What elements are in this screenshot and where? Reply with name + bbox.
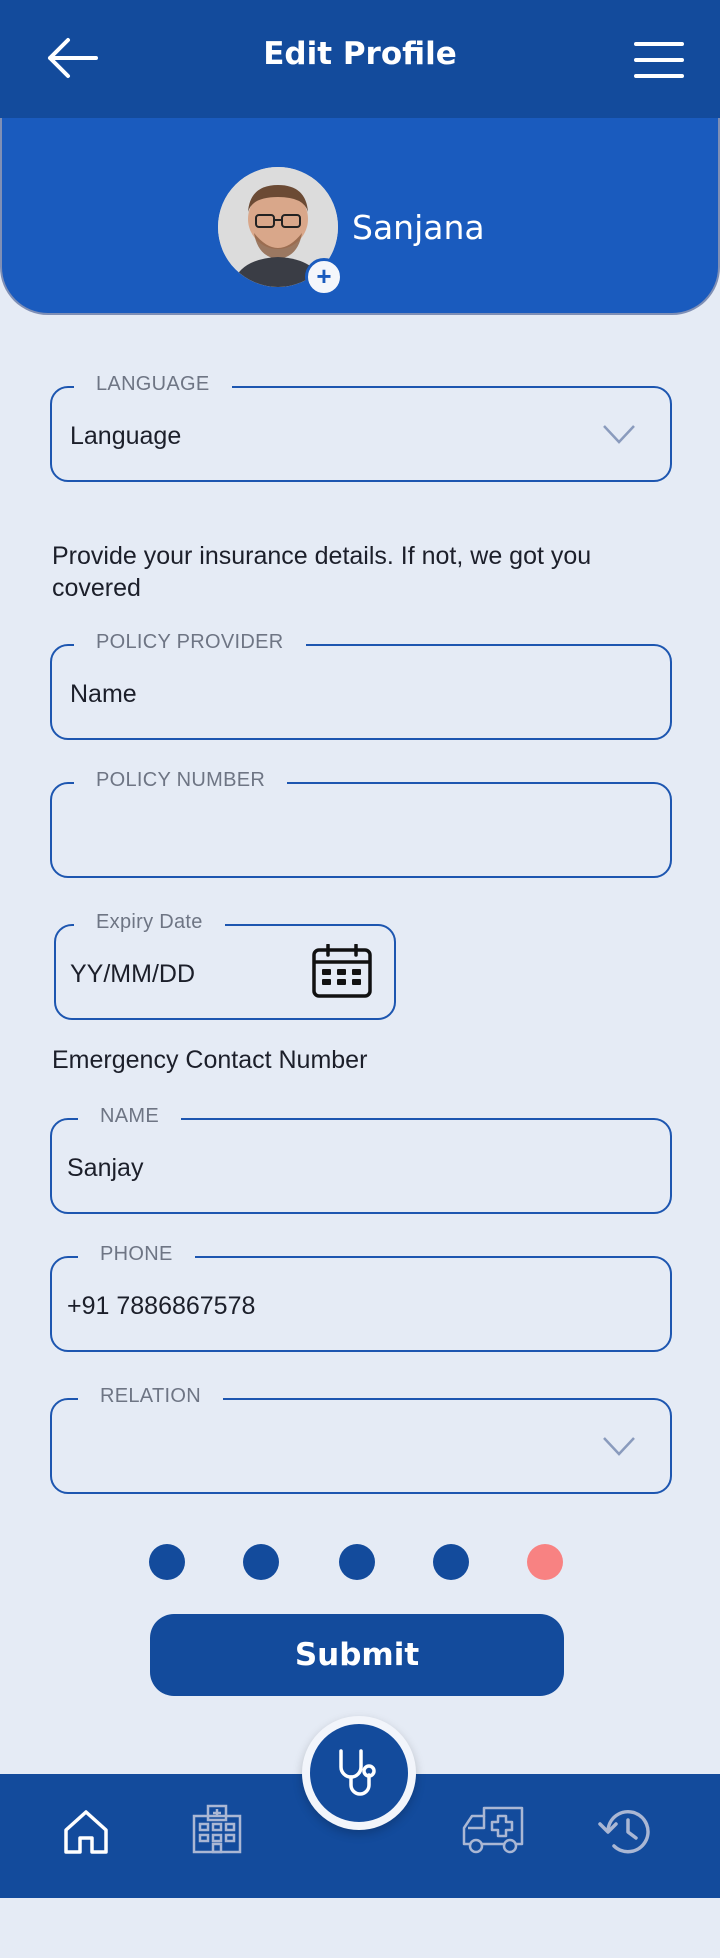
expiry-date-value: YY/MM/DD xyxy=(70,960,195,988)
hamburger-menu-icon[interactable] xyxy=(634,40,684,80)
policy-provider-value: Name xyxy=(70,680,137,708)
stethoscope-icon xyxy=(339,1749,376,1796)
top-app-bar: Edit Profile xyxy=(0,0,720,118)
language-select[interactable]: LANGUAGE Language xyxy=(50,373,672,482)
emergency-name-legend: NAME xyxy=(78,1105,181,1128)
policy-number-legend: POLICY NUMBER xyxy=(74,769,288,792)
step-dot[interactable] xyxy=(243,1544,279,1580)
relation-select[interactable]: RELATION xyxy=(50,1385,672,1494)
step-dot[interactable] xyxy=(339,1544,375,1580)
chevron-down-icon xyxy=(603,1437,635,1456)
emergency-contact-heading: Emergency Contact Number xyxy=(52,1046,368,1074)
emergency-phone-input[interactable]: PHONE +91 7886867578 xyxy=(50,1243,672,1352)
policy-provider-input[interactable]: POLICY PROVIDER Name xyxy=(50,631,672,740)
home-icon[interactable] xyxy=(62,1808,110,1856)
step-indicator xyxy=(0,1544,720,1584)
stethoscope-button[interactable] xyxy=(302,1716,416,1830)
page-title: Edit Profile xyxy=(263,36,457,72)
policy-number-input[interactable]: POLICY NUMBER xyxy=(50,769,672,878)
relation-legend: RELATION xyxy=(78,1385,223,1408)
emergency-phone-value: +91 7886867578 xyxy=(67,1292,256,1320)
expiry-date-legend: Expiry Date xyxy=(74,911,225,934)
history-icon[interactable] xyxy=(598,1806,652,1856)
step-dot[interactable] xyxy=(149,1544,185,1580)
hospital-icon[interactable] xyxy=(192,1804,242,1854)
language-legend: LANGUAGE xyxy=(74,373,232,396)
expiry-date-input[interactable]: Expiry Date YY/MM/DD xyxy=(54,911,396,1020)
insurance-info-text: Provide your insurance details. If not, … xyxy=(52,542,592,602)
profile-name: Sanjana xyxy=(352,208,485,247)
policy-provider-legend: POLICY PROVIDER xyxy=(74,631,306,654)
submit-button[interactable]: Submit xyxy=(150,1614,564,1696)
language-value: Language xyxy=(70,422,182,450)
step-dot-active[interactable] xyxy=(527,1544,563,1580)
emergency-phone-legend: PHONE xyxy=(78,1243,195,1266)
emergency-name-value: Sanjay xyxy=(67,1154,144,1182)
calendar-icon[interactable] xyxy=(312,944,372,998)
chevron-down-icon xyxy=(603,425,635,444)
add-photo-button[interactable]: + xyxy=(305,258,343,296)
step-dot[interactable] xyxy=(433,1544,469,1580)
ambulance-icon[interactable] xyxy=(462,1804,526,1854)
emergency-name-input[interactable]: NAME Sanjay xyxy=(50,1105,672,1214)
